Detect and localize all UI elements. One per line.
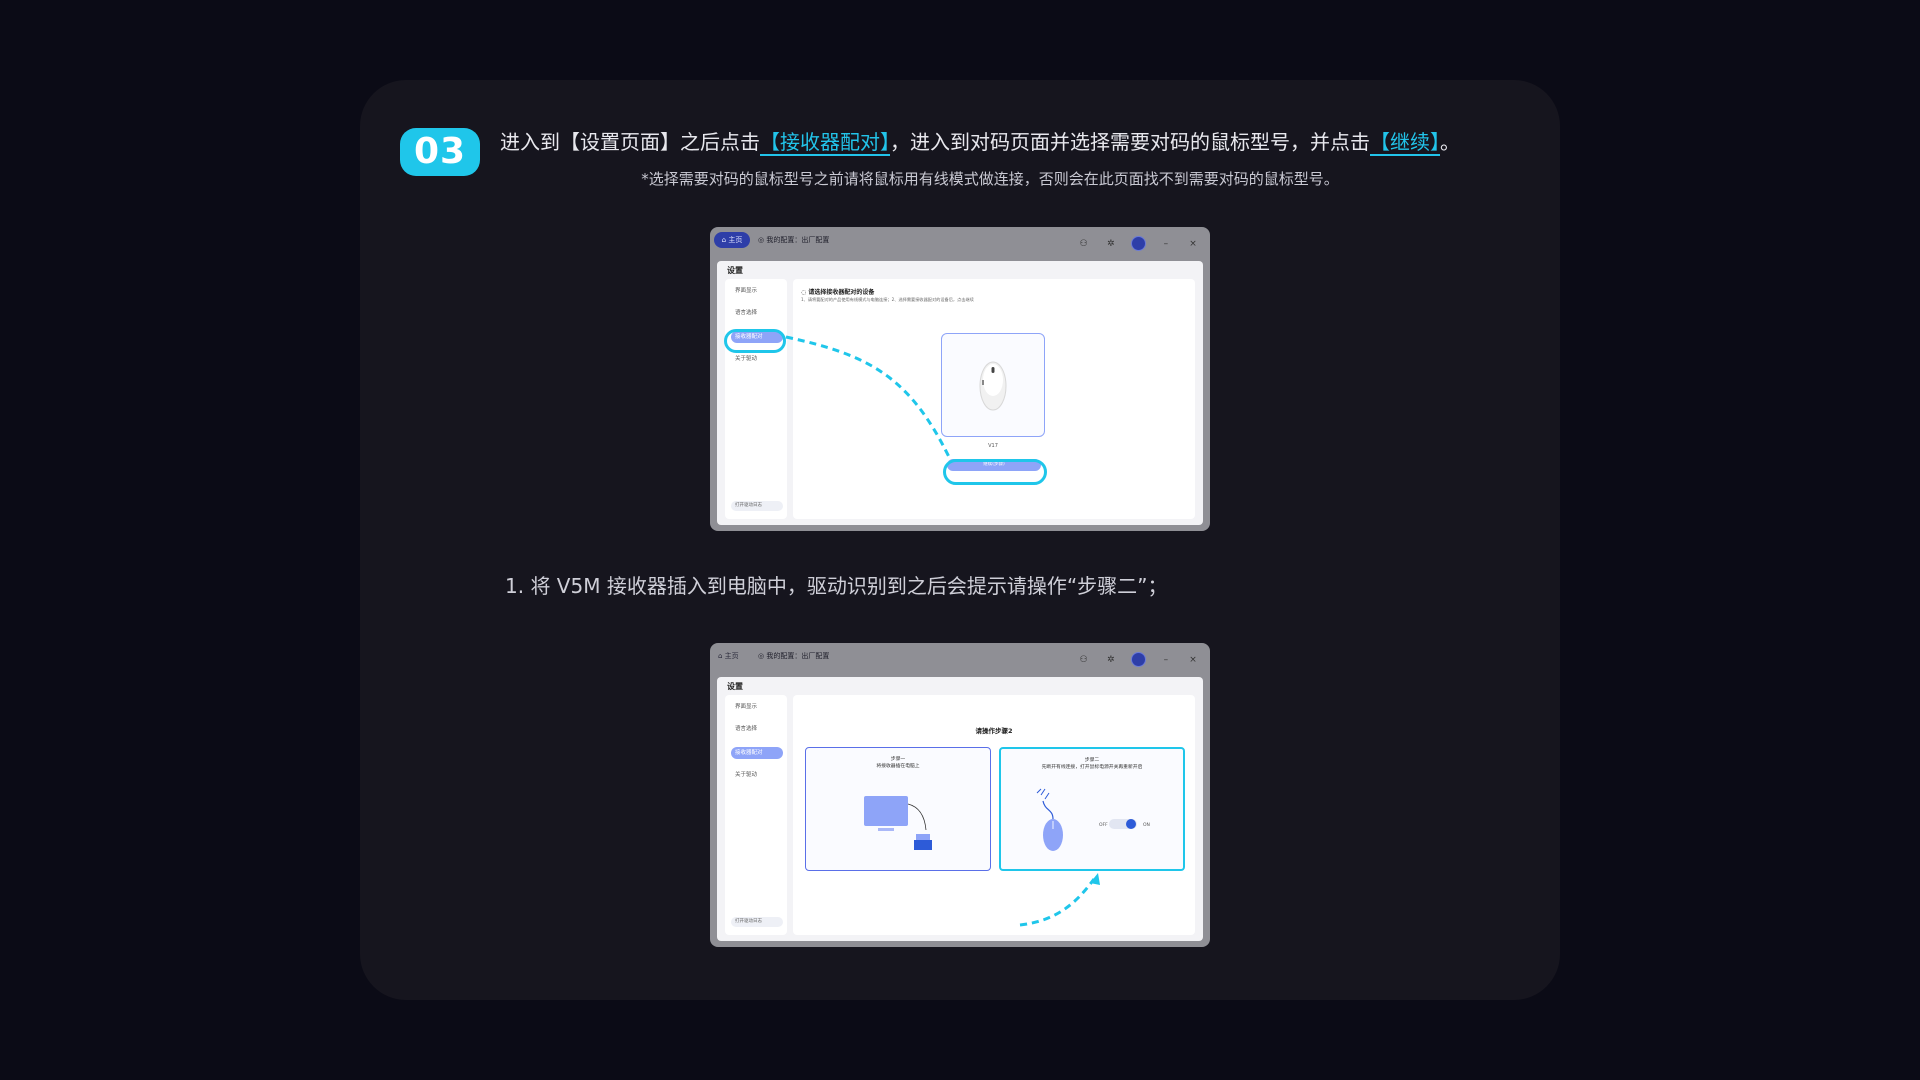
instruction-suffix: 。 [1440, 130, 1460, 154]
arrow-connector [785, 335, 952, 460]
step-instruction: 进入到【设置页面】之后点击【接收器配对】，进入到对码页面并选择需要对码的鼠标型号… [500, 128, 1540, 156]
instruction-card: 03 进入到【设置页面】之后点击【接收器配对】，进入到对码页面并选择需要对码的鼠… [360, 80, 1560, 1000]
instruction-note: *选择需要对码的鼠标型号之前请将鼠标用有线模式做连接，否则会在此页面找不到需要对… [641, 170, 1339, 188]
arrow-connector [1019, 873, 1100, 927]
settings-screenshot-pairing: ⌂ 主页 ◎ 我的配置：出厂配置 ⚇ ✲ – × 设置 界面显示 语言选择 接收… [710, 227, 1210, 531]
instruction-prefix: 进入到【设置页面】之后点击 [500, 130, 760, 154]
receiver-pairing-link[interactable]: 【接收器配对】 [760, 130, 890, 154]
continue-link[interactable]: 【继续】 [1370, 130, 1440, 154]
step-caption: 1. 将 V5M 接收器插入到电脑中，驱动识别到之后会提示请操作“步骤二”； [505, 574, 1168, 598]
instruction-middle: ，进入到对码页面并选择需要对码的鼠标型号，并点击 [890, 130, 1370, 154]
step-number-badge: 03 [400, 128, 480, 176]
settings-screenshot-step2: ⌂ 主页 ◎ 我的配置：出厂配置 ⚇ ✲ – × 设置 界面显示 语言选择 接收… [710, 643, 1210, 947]
